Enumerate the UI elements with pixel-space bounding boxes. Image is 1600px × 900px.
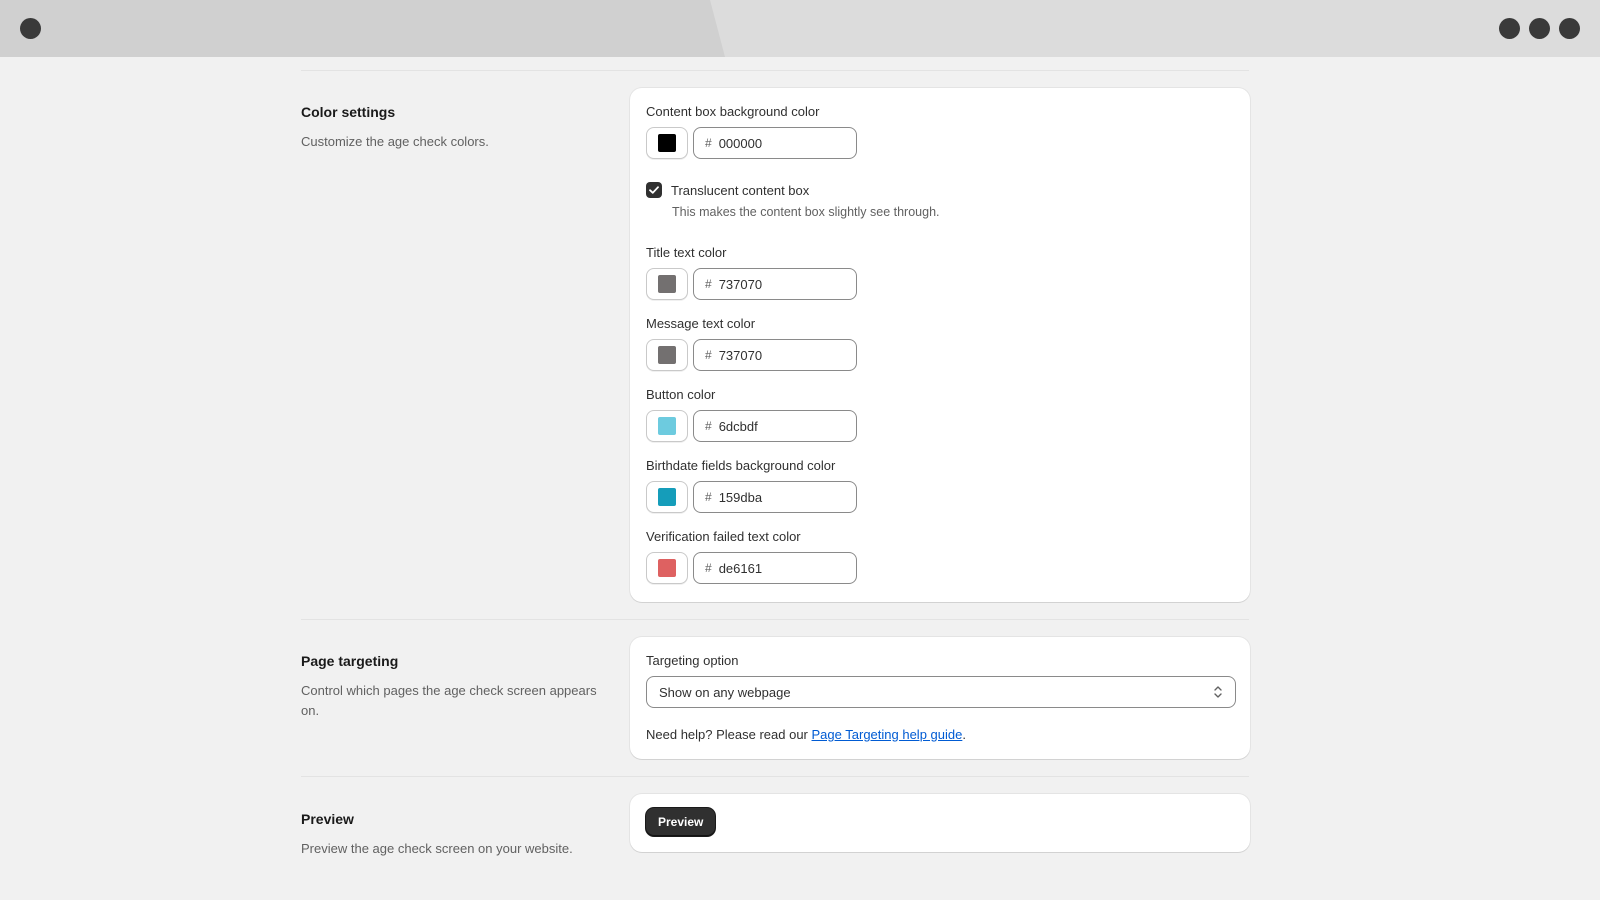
hex-value: 737070 bbox=[718, 347, 763, 363]
section-title: Color settings bbox=[301, 104, 396, 120]
hex-color-input[interactable]: # 737070 bbox=[693, 339, 857, 371]
page-targeting-header: Page targeting Control which pages the a… bbox=[301, 653, 601, 721]
field-label: Title text color bbox=[646, 245, 727, 260]
translucent-checkbox[interactable] bbox=[646, 182, 662, 198]
section-divider bbox=[301, 619, 1249, 620]
help-suffix: . bbox=[962, 727, 966, 742]
color-swatch bbox=[658, 488, 676, 506]
color-swatch bbox=[658, 417, 676, 435]
hex-color-input[interactable]: # 6dcbdf bbox=[693, 410, 857, 442]
color-swatch bbox=[658, 275, 676, 293]
field-label: Birthdate fields background color bbox=[646, 458, 836, 473]
color-field-birthdate-background: Birthdate fields background color # 159d… bbox=[646, 458, 1234, 513]
targeting-option-select[interactable]: Show on any webpage bbox=[646, 676, 1236, 708]
page-targeting-card: Targeting option Show on any webpage Nee… bbox=[630, 637, 1250, 759]
color-swatch bbox=[658, 346, 676, 364]
color-picker-button[interactable] bbox=[646, 339, 688, 371]
window-control-dot-icon[interactable] bbox=[1559, 18, 1580, 39]
hash-prefix: # bbox=[705, 490, 712, 504]
preview-header: Preview Preview the age check screen on … bbox=[301, 811, 601, 859]
hex-value: 6dcbdf bbox=[718, 418, 758, 434]
hash-prefix: # bbox=[705, 348, 712, 362]
hash-prefix: # bbox=[705, 277, 712, 291]
color-field-message-text: Message text color # 737070 bbox=[646, 316, 1234, 371]
field-label: Button color bbox=[646, 387, 716, 402]
section-divider bbox=[301, 70, 1249, 71]
page-targeting-help-link[interactable]: Page Targeting help guide bbox=[812, 727, 963, 742]
color-picker-button[interactable] bbox=[646, 552, 688, 584]
checkbox-label: Translucent content box bbox=[671, 182, 810, 198]
field-label: Content box background color bbox=[646, 104, 820, 119]
select-chevrons-icon bbox=[1214, 686, 1222, 698]
hash-prefix: # bbox=[705, 136, 712, 150]
preview-card: Preview bbox=[630, 794, 1250, 852]
color-settings-card: Content box background color # 000000 Tr… bbox=[630, 88, 1250, 602]
section-divider bbox=[301, 776, 1249, 777]
hex-value: 737070 bbox=[718, 276, 763, 292]
hex-color-input[interactable]: # de6161 bbox=[693, 552, 857, 584]
window-control-dot-icon[interactable] bbox=[20, 18, 41, 39]
hex-value: de6161 bbox=[718, 560, 763, 576]
color-field-title-text: Title text color # 737070 bbox=[646, 245, 1234, 300]
select-value: Show on any webpage bbox=[659, 684, 791, 700]
checkmark-icon bbox=[649, 186, 659, 194]
section-description: Control which pages the age check screen… bbox=[301, 683, 597, 718]
section-title: Preview bbox=[301, 811, 354, 827]
preview-button[interactable]: Preview bbox=[646, 808, 716, 836]
color-picker-button[interactable] bbox=[646, 481, 688, 513]
window-control-dot-icon[interactable] bbox=[1529, 18, 1550, 39]
color-picker-button[interactable] bbox=[646, 127, 688, 159]
field-label: Message text color bbox=[646, 316, 756, 331]
section-description: Customize the age check colors. bbox=[301, 134, 489, 149]
color-field-button: Button color # 6dcbdf bbox=[646, 387, 1234, 442]
color-picker-button[interactable] bbox=[646, 268, 688, 300]
hex-color-input[interactable]: # 000000 bbox=[693, 127, 857, 159]
color-field-content-box-background: Content box background color # 000000 bbox=[646, 104, 1234, 159]
hex-value: 000000 bbox=[718, 135, 763, 151]
translucent-field: Translucent content box This makes the c… bbox=[646, 181, 1234, 219]
hex-color-input[interactable]: # 737070 bbox=[693, 268, 857, 300]
color-picker-button[interactable] bbox=[646, 410, 688, 442]
help-text: Need help? Please read our Page Targetin… bbox=[646, 727, 1234, 742]
section-description: Preview the age check screen on your web… bbox=[301, 841, 573, 856]
field-label: Targeting option bbox=[646, 653, 739, 668]
checkbox-help-text: This makes the content box slightly see … bbox=[672, 205, 940, 219]
help-prefix: Need help? Please read our bbox=[646, 727, 812, 742]
hex-color-input[interactable]: # 159dba bbox=[693, 481, 857, 513]
hex-value: 159dba bbox=[718, 489, 763, 505]
hash-prefix: # bbox=[705, 419, 712, 433]
window-top-bar bbox=[0, 0, 1600, 57]
color-swatch bbox=[658, 134, 676, 152]
color-field-verification-failed: Verification failed text color # de6161 bbox=[646, 529, 1234, 584]
section-title: Page targeting bbox=[301, 653, 399, 669]
color-swatch bbox=[658, 559, 676, 577]
window-control-dot-icon[interactable] bbox=[1499, 18, 1520, 39]
field-label: Verification failed text color bbox=[646, 529, 801, 544]
hash-prefix: # bbox=[705, 561, 712, 575]
active-tab-shape bbox=[0, 0, 725, 57]
color-settings-header: Color settings Customize the age check c… bbox=[301, 104, 601, 152]
